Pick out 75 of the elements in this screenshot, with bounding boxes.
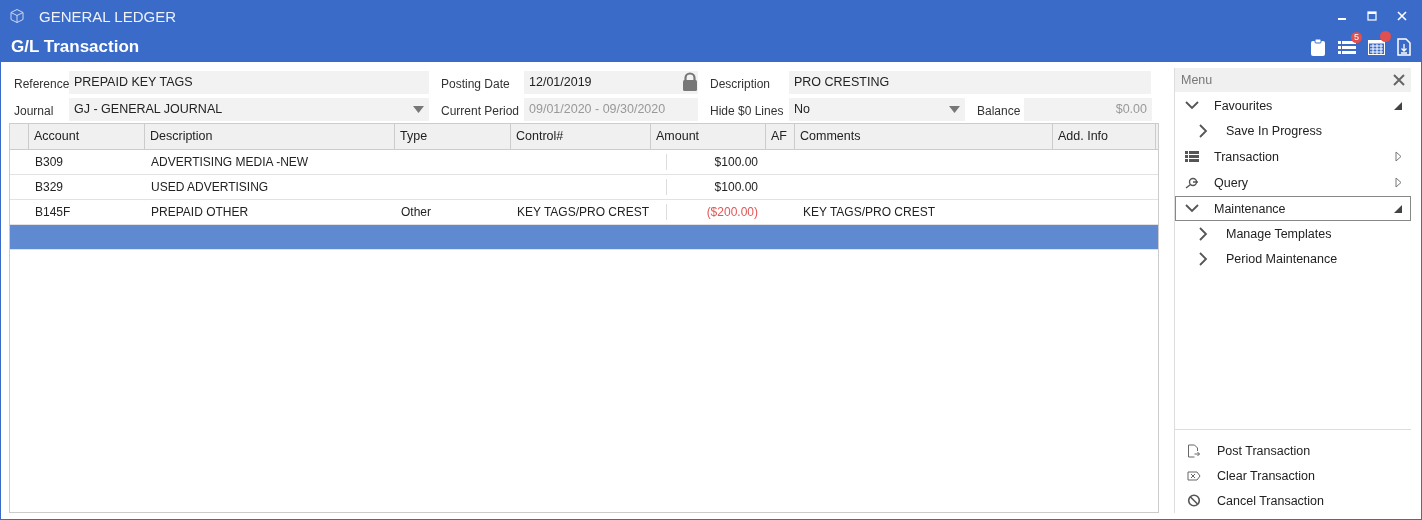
chevron-down-icon — [1184, 101, 1200, 110]
table-cell-text: B145F — [34, 204, 72, 220]
table-cell-text: B329 — [34, 179, 65, 195]
selected-row[interactable] — [10, 225, 1158, 250]
expanded-triangle-icon — [1394, 204, 1402, 213]
chevron-right-icon — [1199, 226, 1208, 241]
lock-icon — [682, 71, 698, 91]
document-download-icon[interactable] — [1397, 37, 1411, 56]
input-field: $0.00 — [1024, 97, 1152, 121]
field-label: Hide $0 Lines — [709, 103, 785, 118]
dropdown[interactable]: GJ - GENERAL JOURNAL — [69, 97, 429, 121]
menu-item[interactable]: Transaction — [1175, 144, 1411, 169]
table-cell-text: PREPAID OTHER — [150, 204, 250, 220]
input-field: 09/01/2020 - 09/30/2020 — [524, 97, 698, 121]
table-row[interactable]: B329 USED ADVERTISING $100.00 — [10, 175, 1158, 200]
table-cell: ($200.00) — [666, 204, 768, 220]
column-header[interactable]: Control# — [511, 124, 651, 149]
table-cell: $100.00 — [666, 179, 768, 195]
table-cell-text: KEY TAGS/PRO CREST — [516, 204, 651, 220]
column-header[interactable]: Comments — [795, 124, 1053, 149]
table-cell-text: KEY TAGS/PRO CREST — [802, 204, 937, 220]
collapsed-triangle-icon — [1395, 151, 1402, 162]
chevron-right-icon — [1199, 251, 1208, 266]
action-item[interactable]: Post Transaction — [1187, 438, 1411, 463]
action-item[interactable]: Clear Transaction — [1187, 463, 1411, 488]
notification-badge: 5 — [1351, 31, 1362, 43]
collapsed-triangle-icon — [1395, 177, 1402, 188]
dropdown[interactable]: No — [789, 97, 965, 121]
caret-icon — [413, 105, 424, 113]
app-title: GENERAL LEDGER — [39, 7, 176, 25]
list-icon[interactable] — [1338, 38, 1356, 55]
search-icon — [1184, 176, 1200, 189]
chevron-down-icon — [1184, 204, 1200, 213]
chevron-right-icon — [1199, 123, 1208, 138]
menu-item[interactable]: Maintenance — [1175, 196, 1411, 221]
menu-item[interactable]: Period Maintenance — [1175, 246, 1411, 271]
column-header[interactable]: AF — [766, 124, 795, 149]
menu-item[interactable]: Save In Progress — [1175, 118, 1411, 143]
input-field[interactable]: 12/01/2019 — [524, 70, 698, 94]
expanded-triangle-icon — [1394, 101, 1402, 110]
input-field[interactable]: PRO CRESTING — [789, 70, 1151, 94]
table-cell-text: B309 — [34, 154, 65, 170]
menu-item[interactable]: Favourites — [1175, 93, 1411, 118]
field-label: Posting Date — [440, 76, 511, 91]
input-field[interactable]: PREPAID KEY TAGS — [69, 70, 429, 94]
calendar-icon[interactable] — [1368, 38, 1385, 55]
window-title: G/L Transaction — [11, 36, 140, 57]
menu-title: Menu — [1181, 73, 1213, 87]
cube-icon — [9, 8, 25, 24]
close-icon[interactable] — [1393, 74, 1405, 86]
table-cell-text: ADVERTISING MEDIA -NEW — [150, 154, 310, 170]
clipboard-icon[interactable] — [1310, 37, 1326, 56]
column-header[interactable]: Amount — [651, 124, 766, 149]
field-label: Description — [709, 76, 772, 91]
table-cell-text: Other — [400, 204, 432, 220]
maximize-icon[interactable] — [1367, 11, 1377, 21]
menu-item[interactable]: Manage Templates — [1175, 221, 1411, 246]
field-label: Balance — [976, 103, 1022, 118]
caret-icon — [949, 105, 960, 113]
table-cell: $100.00 — [666, 154, 768, 170]
column-header[interactable]: Add. Info — [1053, 124, 1156, 149]
cancel-icon — [1187, 494, 1201, 507]
list-icon — [1184, 151, 1200, 162]
field-label: Reference — [13, 76, 69, 91]
document-arrow-icon — [1187, 443, 1201, 458]
column-header[interactable]: Description — [145, 124, 395, 149]
column-header[interactable]: Type — [395, 124, 511, 149]
field-label: Current Period — [440, 103, 521, 118]
action-item[interactable]: Cancel Transaction — [1187, 488, 1411, 513]
menu-item[interactable]: Query — [1175, 170, 1411, 195]
field-label: Journal — [13, 103, 55, 118]
table-cell-text: USED ADVERTISING — [150, 179, 270, 195]
column-header[interactable]: Account — [29, 124, 145, 149]
clear-icon — [1187, 470, 1201, 481]
table-row[interactable]: B309 ADVERTISING MEDIA -NEW $100.00 — [10, 150, 1158, 175]
